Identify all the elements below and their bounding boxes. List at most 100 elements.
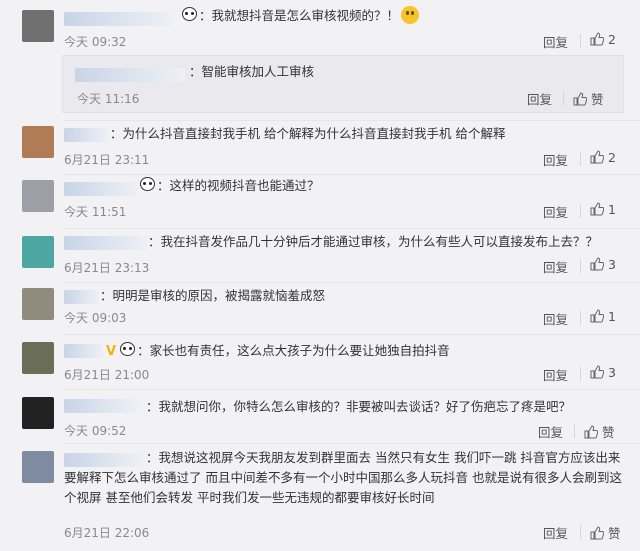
comment-text: ：我在抖音发作品几十分钟后才能通过审核，为什么有些人可以直接发布上去？？ (148, 234, 599, 249)
separator (62, 443, 640, 444)
smile-emoji-icon (401, 6, 420, 24)
reply-button[interactable]: 回复 (543, 32, 568, 51)
username[interactable] (64, 12, 174, 26)
divider (580, 525, 581, 539)
thumbs-up-icon (590, 202, 605, 216)
thumbs-up-icon (590, 150, 605, 164)
comment-item: ：我就想问你，你特么怎么审核的？非要被叫去谈话？好了伤疤忘了疼是吧？ 今天 09… (0, 391, 640, 443)
comment-text: ：为什么抖音直接封我手机 给个解释为什么抖音直接封我手机 给个解释 (110, 126, 506, 141)
like-button[interactable]: 赞 (573, 89, 604, 108)
comment-time: 6月21日 22:06 (64, 526, 150, 540)
like-count: 3 (608, 365, 616, 380)
like-button[interactable]: 3 (590, 365, 616, 380)
comment-time: 6月21日 23:11 (64, 153, 150, 167)
separator (62, 228, 640, 229)
reply-button[interactable]: 回复 (543, 150, 568, 169)
thumbs-up-icon (590, 365, 605, 379)
like-count: 2 (608, 150, 616, 165)
comment-list: ：我就想抖音是怎么审核视频的？！ 今天 09:32 回复 2 ：智能审核加人工审… (0, 0, 640, 551)
comment-item: ：这样的视频抖音也能通过？ 今天 11:51 回复 1 (0, 176, 640, 228)
comment-text: V ：家长也有责任，这么点大孩子为什么要让她独自拍抖音 (106, 340, 450, 363)
like-button[interactable]: 3 (590, 257, 616, 272)
like-count: 赞 (608, 526, 621, 541)
comment-time: 6月21日 21:00 (64, 368, 150, 382)
panda-icon (140, 177, 155, 191)
thumbs-up-icon (590, 526, 605, 540)
comment-time: 今天 09:32 (64, 35, 127, 49)
like-count: 赞 (602, 425, 615, 440)
comment-time: 今天 11:51 (64, 205, 127, 219)
reply-button[interactable]: 回复 (543, 309, 568, 328)
divider (580, 259, 581, 273)
username[interactable] (64, 344, 104, 358)
separator (62, 389, 640, 390)
username[interactable] (64, 128, 109, 142)
comment-item: ：为什么抖音直接封我手机 给个解释为什么抖音直接封我手机 给个解释 6月21日 … (0, 122, 640, 174)
like-button[interactable]: 赞 (584, 422, 615, 441)
avatar[interactable] (22, 397, 54, 429)
divider (574, 424, 575, 438)
divider (580, 311, 581, 325)
reply-button[interactable]: 回复 (543, 257, 568, 276)
like-count: 2 (608, 32, 616, 47)
avatar[interactable] (22, 126, 54, 158)
comment-text: ：我就想抖音是怎么审核视频的？！ (180, 5, 420, 27)
like-count: 1 (608, 202, 616, 217)
divider (580, 367, 581, 381)
like-button[interactable]: 2 (590, 150, 616, 165)
comment-time: 今天 09:52 (64, 424, 127, 438)
reply-button[interactable]: 回复 (543, 202, 568, 221)
comment-time: 6月21日 23:13 (64, 261, 150, 275)
like-button[interactable]: 1 (590, 309, 616, 324)
comment-item: V ：家长也有责任，这么点大孩子为什么要让她独自拍抖音 6月21日 21:00 回… (0, 336, 640, 388)
comment-item: ：我想说这视屏今天我朋友发到群里面去 当然只有女生 我们吓一跳 抖音官方应该出来… (0, 445, 640, 551)
comment-text: ：我就想问你，你特么怎么审核的？非要被叫去谈话？好了伤疤忘了疼是吧？ (146, 399, 572, 414)
avatar[interactable] (22, 180, 54, 212)
reply-button[interactable]: 回复 (543, 523, 568, 542)
thumbs-up-icon (590, 32, 605, 46)
reply-button[interactable]: 回复 (538, 422, 563, 441)
separator (62, 282, 640, 283)
divider (563, 91, 564, 105)
reply-thread: ：智能审核加人工审核 今天 11:16 回复 赞 (62, 55, 624, 113)
divider (580, 204, 581, 218)
avatar[interactable] (22, 236, 54, 268)
comment-item: ：我在抖音发作品几十分钟后才能通过审核，为什么有些人可以直接发布上去？？ 6月2… (0, 230, 640, 282)
username[interactable] (75, 68, 185, 82)
like-button[interactable]: 赞 (590, 523, 621, 542)
username[interactable] (64, 399, 139, 413)
comment-time: 今天 11:16 (77, 92, 140, 106)
panda-icon (182, 7, 197, 21)
comment-text: ：我想说这视屏今天我朋友发到群里面去 当然只有女生 我们吓一跳 抖音官方应该出来… (64, 450, 622, 505)
like-count: 1 (608, 309, 616, 324)
panda-icon (120, 342, 136, 356)
username[interactable] (64, 290, 99, 304)
divider (580, 152, 581, 166)
username[interactable] (64, 182, 139, 196)
avatar[interactable] (22, 342, 54, 374)
reply-button[interactable]: 回复 (527, 89, 552, 108)
comment-text: ：明明是审核的原因，被揭露就恼羞成怒 (100, 288, 326, 303)
thumbs-up-icon (573, 92, 588, 106)
username[interactable] (64, 236, 149, 250)
like-count: 3 (608, 257, 616, 272)
comment-time: 今天 09:03 (64, 311, 127, 325)
thumbs-up-icon (584, 425, 599, 439)
comment-text: ：智能审核加人工审核 (189, 64, 315, 79)
v-badge-icon: V (106, 344, 117, 359)
divider (580, 34, 581, 48)
avatar[interactable] (22, 10, 54, 42)
comment-item: ：明明是审核的原因，被揭露就恼羞成怒 今天 09:03 回复 1 (0, 284, 640, 336)
separator (62, 120, 640, 121)
reply-button[interactable]: 回复 (543, 365, 568, 384)
like-button[interactable]: 2 (590, 32, 616, 47)
comment-item: ：我就想抖音是怎么审核视频的？！ 今天 09:32 回复 2 (0, 0, 640, 50)
comment-text: ：这样的视频抖音也能通过？ (138, 175, 320, 197)
like-button[interactable]: 1 (590, 202, 616, 217)
thumbs-up-icon (590, 309, 605, 323)
avatar[interactable] (22, 288, 54, 320)
thumbs-up-icon (590, 257, 605, 271)
separator (62, 334, 640, 335)
avatar[interactable] (22, 451, 54, 483)
like-count: 赞 (591, 92, 604, 107)
